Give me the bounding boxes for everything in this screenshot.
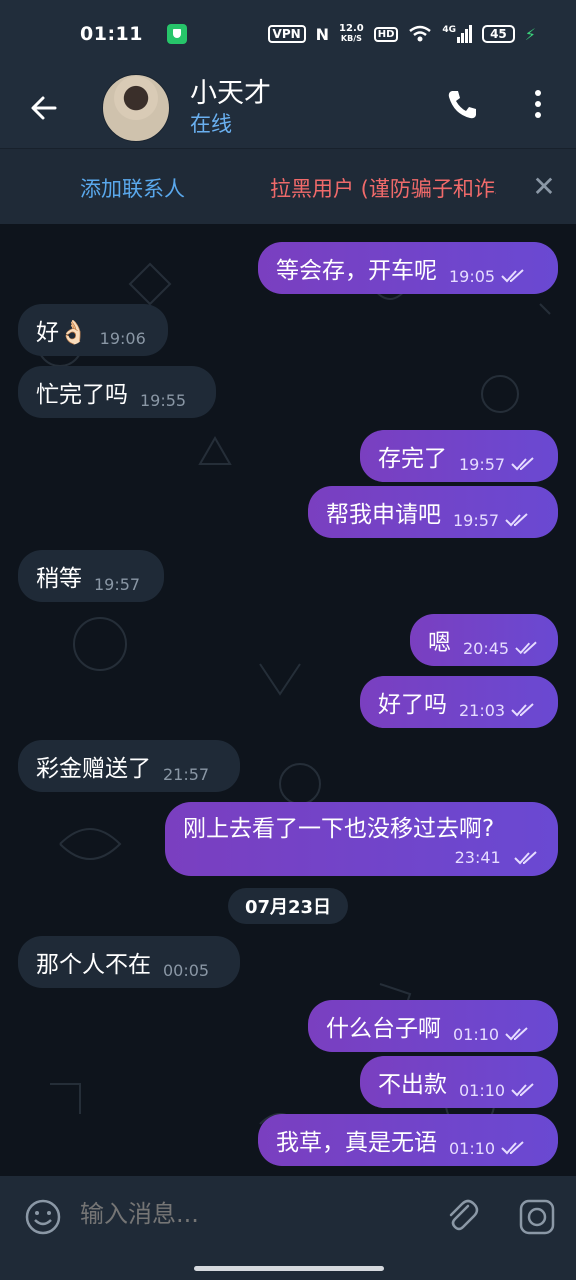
close-icon[interactable]: ✕	[528, 171, 560, 203]
message-outgoing[interactable]: 什么台子啊 01:10	[308, 1000, 558, 1052]
dot-icon	[535, 101, 541, 107]
network-speed-value: 12.0	[339, 23, 364, 34]
security-shield-icon	[166, 24, 187, 44]
battery-level: 45	[482, 25, 515, 43]
message-outgoing[interactable]: 帮我申请吧 19:57	[308, 486, 558, 538]
read-ticks-icon	[501, 1141, 524, 1155]
message-time: 21:57	[163, 764, 210, 784]
vpn-badge: VPN	[267, 25, 306, 43]
message-text: 好了吗	[378, 692, 447, 718]
message-meta: 23:41	[443, 843, 540, 869]
message-incoming[interactable]: 那个人不在 00:05	[18, 936, 240, 988]
message-time: 01:10	[453, 1024, 500, 1044]
phone-icon	[448, 91, 476, 119]
cell-signal-icon: 4G	[442, 25, 473, 43]
message-input[interactable]	[80, 1200, 410, 1228]
home-indicator[interactable]	[194, 1266, 384, 1271]
message-time: 01:10	[459, 1080, 506, 1100]
message-outgoing[interactable]: 等会存，开车呢 19:05	[258, 242, 558, 294]
contact-name: 小天才	[190, 78, 271, 109]
add-contact-button[interactable]: 添加联系人	[80, 173, 185, 203]
message-time: 19:57	[94, 574, 141, 594]
camera-icon[interactable]	[518, 1198, 556, 1236]
message-time: 23:41	[454, 848, 501, 867]
message-incoming[interactable]: 忙完了吗 19:55	[18, 366, 216, 418]
message-outgoing[interactable]: 存完了 19:57	[360, 430, 558, 482]
hd-badge: HD	[373, 26, 399, 42]
back-arrow-icon	[31, 96, 57, 120]
call-button[interactable]	[444, 86, 480, 122]
network-speed: 12.0 KB/S	[339, 24, 364, 44]
message-text: 存完了	[378, 446, 447, 472]
dot-icon	[535, 112, 541, 118]
read-ticks-icon	[511, 457, 534, 471]
more-options-button[interactable]	[520, 86, 556, 122]
message-outgoing[interactable]: 刚上去看了一下也没移过去啊? 23:41	[165, 802, 558, 876]
status-time: 01:11	[80, 23, 143, 45]
composer-bar	[0, 1176, 576, 1258]
network-speed-unit: KB/S	[340, 34, 362, 43]
status-bar: 01:11 VPN N 12.0 KB/S HD 4G 45 ⚡	[0, 0, 576, 68]
message-text: 什么台子啊	[326, 1016, 441, 1042]
message-time: 19:06	[99, 328, 146, 348]
contact-action-bar: 添加联系人 拉黑用户 (谨防骗子和诈骗) ✕	[0, 148, 576, 225]
message-time: 01:10	[449, 1138, 496, 1158]
read-ticks-icon	[511, 1083, 534, 1097]
wifi-icon	[409, 25, 432, 42]
message-incoming[interactable]: 好👌🏻 19:06	[18, 304, 168, 356]
emoji-icon[interactable]	[24, 1198, 62, 1236]
contact-avatar[interactable]	[102, 74, 170, 142]
message-time: 21:03	[459, 700, 506, 720]
read-ticks-icon	[505, 513, 528, 527]
message-time: 00:05	[163, 960, 210, 980]
message-text: 忙完了吗	[36, 382, 128, 408]
attachment-icon[interactable]	[442, 1196, 482, 1236]
date-separator: 07月23日	[228, 888, 348, 924]
message-outgoing[interactable]: 好了吗 21:03	[360, 676, 558, 728]
message-text: 稍等	[36, 566, 82, 592]
read-ticks-icon	[505, 1027, 528, 1041]
network-type: 4G	[442, 25, 457, 35]
message-time: 19:57	[453, 510, 500, 530]
charging-icon: ⚡	[524, 24, 536, 44]
message-text: 等会存，开车呢	[276, 258, 437, 284]
status-icons: VPN N 12.0 KB/S HD 4G 45 ⚡	[267, 24, 536, 44]
message-text: 那个人不在	[36, 952, 151, 978]
read-ticks-icon	[501, 269, 524, 283]
message-time: 20:45	[463, 638, 510, 658]
message-incoming[interactable]: 稍等 19:57	[18, 550, 164, 602]
message-text: 我草，真是无语	[276, 1130, 437, 1156]
contact-status: 在线	[190, 112, 232, 136]
block-user-button[interactable]: 拉黑用户 (谨防骗子和诈骗)	[270, 173, 496, 203]
read-ticks-icon	[514, 851, 537, 865]
message-list[interactable]: 等会存，开车呢 19:05 好👌🏻 19:06 忙完了吗 19:55 存完了 1…	[0, 224, 576, 1176]
message-outgoing[interactable]: 嗯 20:45	[410, 614, 558, 666]
chat-header: 小天才 在线	[0, 68, 576, 148]
message-time: 19:55	[140, 390, 187, 410]
message-incoming[interactable]: 彩金赠送了 21:57	[18, 740, 240, 792]
message-time: 19:57	[459, 454, 506, 474]
message-text: 不出款	[378, 1072, 447, 1098]
dot-icon	[535, 90, 541, 96]
read-ticks-icon	[511, 703, 534, 717]
message-text: 帮我申请吧	[326, 502, 441, 528]
system-nav-bar	[0, 1258, 576, 1280]
message-time: 19:05	[449, 266, 496, 286]
message-text: 彩金赠送了	[36, 756, 151, 782]
read-ticks-icon	[515, 641, 537, 655]
message-text: 刚上去看了一下也没移过去啊?	[183, 816, 495, 842]
message-text: 嗯	[428, 630, 451, 656]
message-outgoing[interactable]: 我草，真是无语 01:10	[258, 1114, 558, 1166]
contact-info[interactable]: 小天才 在线	[190, 78, 271, 138]
message-text: 好👌🏻	[36, 320, 88, 346]
nfc-icon: N	[315, 24, 330, 44]
message-outgoing[interactable]: 不出款 01:10	[360, 1056, 558, 1108]
back-button[interactable]	[24, 88, 64, 128]
